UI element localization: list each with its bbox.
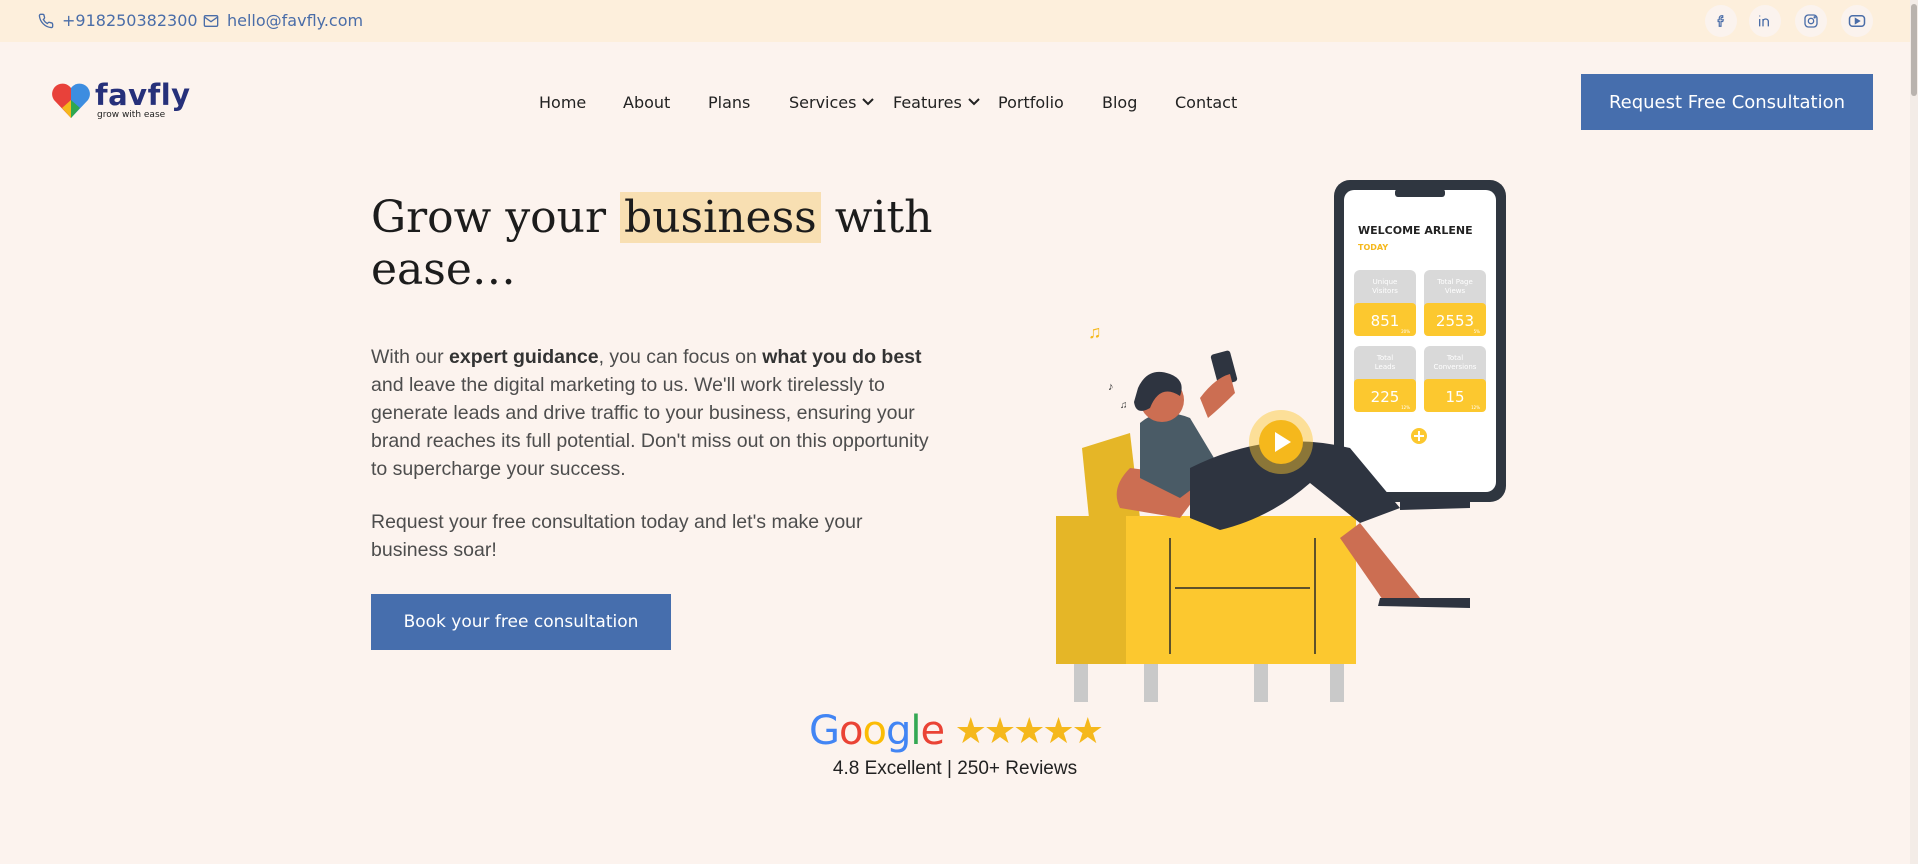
youtube-icon [1848, 15, 1866, 27]
music-note-icon: ♫ [1088, 322, 1102, 342]
hero-desc-text: With our [371, 346, 450, 368]
nav-home[interactable]: Home [539, 90, 586, 114]
instagram-link[interactable] [1795, 5, 1827, 37]
woman-shoe [1400, 496, 1470, 510]
stat-value: 2553 [1436, 312, 1474, 330]
hero-desc-text: , you can focus on [598, 346, 763, 368]
phone-link[interactable]: +918250382300 [38, 11, 198, 30]
youtube-link[interactable] [1841, 5, 1873, 37]
google-logo-letter: e [920, 708, 946, 754]
top-contact-bar: +918250382300 hello@favfly.com [0, 0, 1918, 42]
google-logo-letter: g [886, 708, 911, 754]
stat-value: 225 [1371, 388, 1400, 406]
request-consultation-button[interactable]: Request Free Consultation [1581, 74, 1873, 130]
woman-shoe [1378, 598, 1470, 608]
stat-label: Total [1446, 354, 1463, 362]
phone-notch [1395, 189, 1445, 197]
hero-description: With our expert guidance, you can focus … [371, 343, 937, 483]
stat-label: Visitors [1372, 287, 1398, 295]
hero-cta-text: Request your free consultation today and… [371, 511, 863, 561]
phone-greeting: WELCOME ARLENE [1358, 224, 1473, 237]
facebook-icon [1717, 15, 1725, 27]
google-logo-letter: l [910, 708, 921, 754]
scrollbar-thumb[interactable] [1911, 4, 1917, 96]
email-link[interactable]: hello@favfly.com [203, 11, 363, 30]
hero-illustration: WELCOME ARLENE TODAY Unique Visitors 851… [1056, 180, 1506, 702]
chair-leg [1330, 662, 1344, 702]
logo-wordmark: favfly [95, 78, 191, 112]
chair-leg [1144, 662, 1158, 702]
review-summary: 4.8 Excellent | 250+ Reviews [832, 758, 1078, 779]
chevron-down-icon [968, 98, 980, 106]
stat-percent: 12% [1401, 405, 1410, 410]
google-logo-letter: o [839, 708, 864, 754]
stat-percent: 20% [1401, 329, 1410, 334]
hero-title-start: Grow your [371, 192, 621, 243]
nav-contact[interactable]: Contact [1175, 90, 1237, 114]
phone-icon [38, 13, 54, 28]
hero-title: Grow your business with ease… [371, 192, 971, 296]
phone-period: TODAY [1358, 243, 1388, 252]
facebook-link[interactable] [1705, 5, 1737, 37]
stat-label: Views [1445, 287, 1466, 295]
linkedin-icon [1759, 15, 1769, 27]
chair-front [1126, 516, 1356, 664]
chair-leg [1074, 662, 1088, 702]
phone-number: +918250382300 [62, 11, 198, 30]
logo-tagline: grow with ease [97, 110, 166, 120]
woman-hand [1200, 374, 1235, 418]
stat-percent: 5% [1474, 329, 1481, 334]
google-review-badge[interactable]: Google ★★★★★ 4.8 Excellent | 250+ Review… [800, 708, 1110, 780]
chevron-down-icon [862, 98, 875, 106]
hero-desc-text: and leave the digital marketing to us. W… [371, 374, 929, 480]
stat-label: Total Page [1436, 278, 1473, 286]
linkedin-link[interactable] [1749, 5, 1781, 37]
favfly-logo[interactable]: favfly grow with ease [50, 78, 191, 124]
chair-side [1056, 516, 1128, 664]
heart-logo-icon [52, 83, 90, 118]
nav-features-label: Features [893, 92, 962, 112]
nav-portfolio[interactable]: Portfolio [998, 90, 1064, 114]
stat-label: Total [1376, 354, 1393, 362]
nav-blog[interactable]: Blog [1102, 90, 1137, 114]
hero-title-highlight: business [620, 192, 821, 243]
stat-label: Leads [1375, 363, 1396, 371]
instagram-icon [1804, 14, 1818, 28]
stat-label: Conversions [1434, 363, 1477, 371]
nav-about[interactable]: About [623, 90, 670, 114]
page-scrollbar[interactable] [1910, 0, 1918, 864]
hero-desc-bold: expert guidance [449, 346, 599, 368]
google-logo: Google [809, 708, 946, 754]
music-note-icon: ♪ [1108, 381, 1114, 393]
music-note-icon: ♫ [1120, 400, 1128, 411]
mail-icon [203, 14, 219, 27]
book-consultation-button[interactable]: Book your free consultation [371, 594, 671, 650]
nav-services-label: Services [789, 92, 857, 112]
nav-features[interactable]: Features [893, 90, 980, 114]
nav-services[interactable]: Services [789, 90, 875, 114]
nav-plans[interactable]: Plans [708, 90, 750, 114]
stat-value: 851 [1371, 312, 1400, 330]
stat-percent: 12% [1471, 405, 1480, 410]
email-address: hello@favfly.com [227, 11, 364, 30]
chair-leg [1254, 662, 1268, 702]
google-logo-letter: o [862, 708, 888, 754]
rating-stars: ★★★★★ [954, 710, 1104, 751]
google-logo-letter: G [809, 708, 840, 754]
stat-label: Unique [1373, 278, 1398, 286]
hero-desc-bold: what you do best [762, 346, 922, 368]
stat-value: 15 [1445, 388, 1464, 406]
